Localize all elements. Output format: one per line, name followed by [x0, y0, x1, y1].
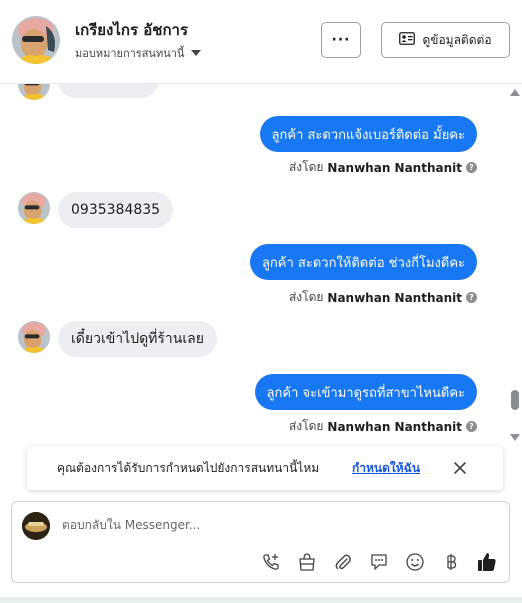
assign-conversation-dropdown[interactable]: มอบหมายการสนทนานี้ [75, 44, 202, 62]
scrollbar-thumb[interactable] [511, 390, 519, 410]
thumbs-up-icon[interactable] [476, 551, 498, 573]
contact-info-label: ดูข้อมูลติดต่อ [422, 32, 492, 47]
outgoing-message[interactable]: ลูกค้า จะเข้ามาดูรถที่สาขาไหนดีคะ [254, 374, 477, 410]
contact-name: เกรียงไกร อัชการ [75, 21, 189, 39]
phone-add-icon[interactable] [260, 551, 282, 573]
help-icon[interactable]: ? [466, 292, 477, 303]
more-options-button[interactable]: ··· [321, 22, 361, 58]
contact-avatar[interactable] [12, 16, 60, 64]
sender-avatar [18, 192, 50, 224]
caret-down-icon [191, 50, 202, 56]
sent-by-prefix: ส่งโดย [288, 160, 324, 174]
help-icon[interactable]: ? [466, 421, 477, 432]
sent-by-name: Nanwhan Nanthanit [327, 290, 462, 305]
bottom-divider [0, 597, 522, 603]
baht-icon[interactable] [440, 551, 462, 573]
sent-by-info: ส่งโดย Nanwhan Nanthanit ? [289, 417, 477, 436]
outgoing-message[interactable]: ลูกค้า สะดวกแจ้งเบอร์ติดต่อ มั้ยคะ [259, 116, 477, 152]
outgoing-message[interactable]: ลูกค้า สะดวกให้ติดต่อ ช่วงกี่โมงดีคะ [249, 244, 477, 280]
incoming-message[interactable]: 0935384835 [58, 192, 174, 228]
assign-prompt-banner: คุณต้องการได้รับการกำหนดไปยังการสนทนานี้… [27, 446, 503, 490]
sender-avatar [18, 321, 50, 353]
shopping-bag-icon[interactable] [296, 551, 318, 573]
conversation-header: เกรียงไกร อัชการ มอบหมายการสนทนานี้ ··· … [0, 0, 522, 84]
incoming-message[interactable]: เดี๋ยวเข้าไปดูที่ร้านเลย [58, 321, 217, 357]
paperclip-icon[interactable] [332, 551, 354, 573]
scroll-down-arrow-icon[interactable] [510, 434, 520, 441]
page-avatar [22, 512, 50, 540]
sent-by-name: Nanwhan Nanthanit [327, 160, 462, 175]
assign-prompt-text: คุณต้องการได้รับการกำหนดไปยังการสนทนานี้… [57, 460, 320, 475]
incoming-message[interactable]: กดแล้วไม่ได้ [58, 84, 160, 98]
emoji-icon[interactable] [404, 551, 426, 573]
scroll-up-arrow-icon[interactable] [510, 89, 520, 96]
message-list[interactable]: กดแล้วไม่ได้ ลูกค้า สะดวกแจ้งเบอร์ติดต่อ… [0, 84, 505, 444]
sent-by-name: Nanwhan Nanthanit [327, 419, 462, 434]
sent-by-prefix: ส่งโดย [288, 290, 324, 304]
sent-by-info: ส่งโดย Nanwhan Nanthanit ? [289, 288, 477, 307]
sender-avatar [18, 84, 50, 100]
message-composer [11, 501, 510, 583]
help-icon[interactable]: ? [466, 162, 477, 173]
contact-card-icon [399, 32, 416, 48]
assign-to-me-link[interactable]: กำหนดให้ฉัน [352, 459, 420, 478]
saved-reply-icon[interactable] [368, 551, 390, 573]
sent-by-info: ส่งโดย Nanwhan Nanthanit ? [289, 158, 477, 177]
reply-input[interactable] [62, 514, 482, 536]
sent-by-prefix: ส่งโดย [288, 419, 324, 433]
close-icon[interactable] [451, 459, 469, 477]
view-contact-info-button[interactable]: ดูข้อมูลติดต่อ [381, 22, 510, 58]
assign-label: มอบหมายการสนทนานี้ [75, 47, 185, 60]
